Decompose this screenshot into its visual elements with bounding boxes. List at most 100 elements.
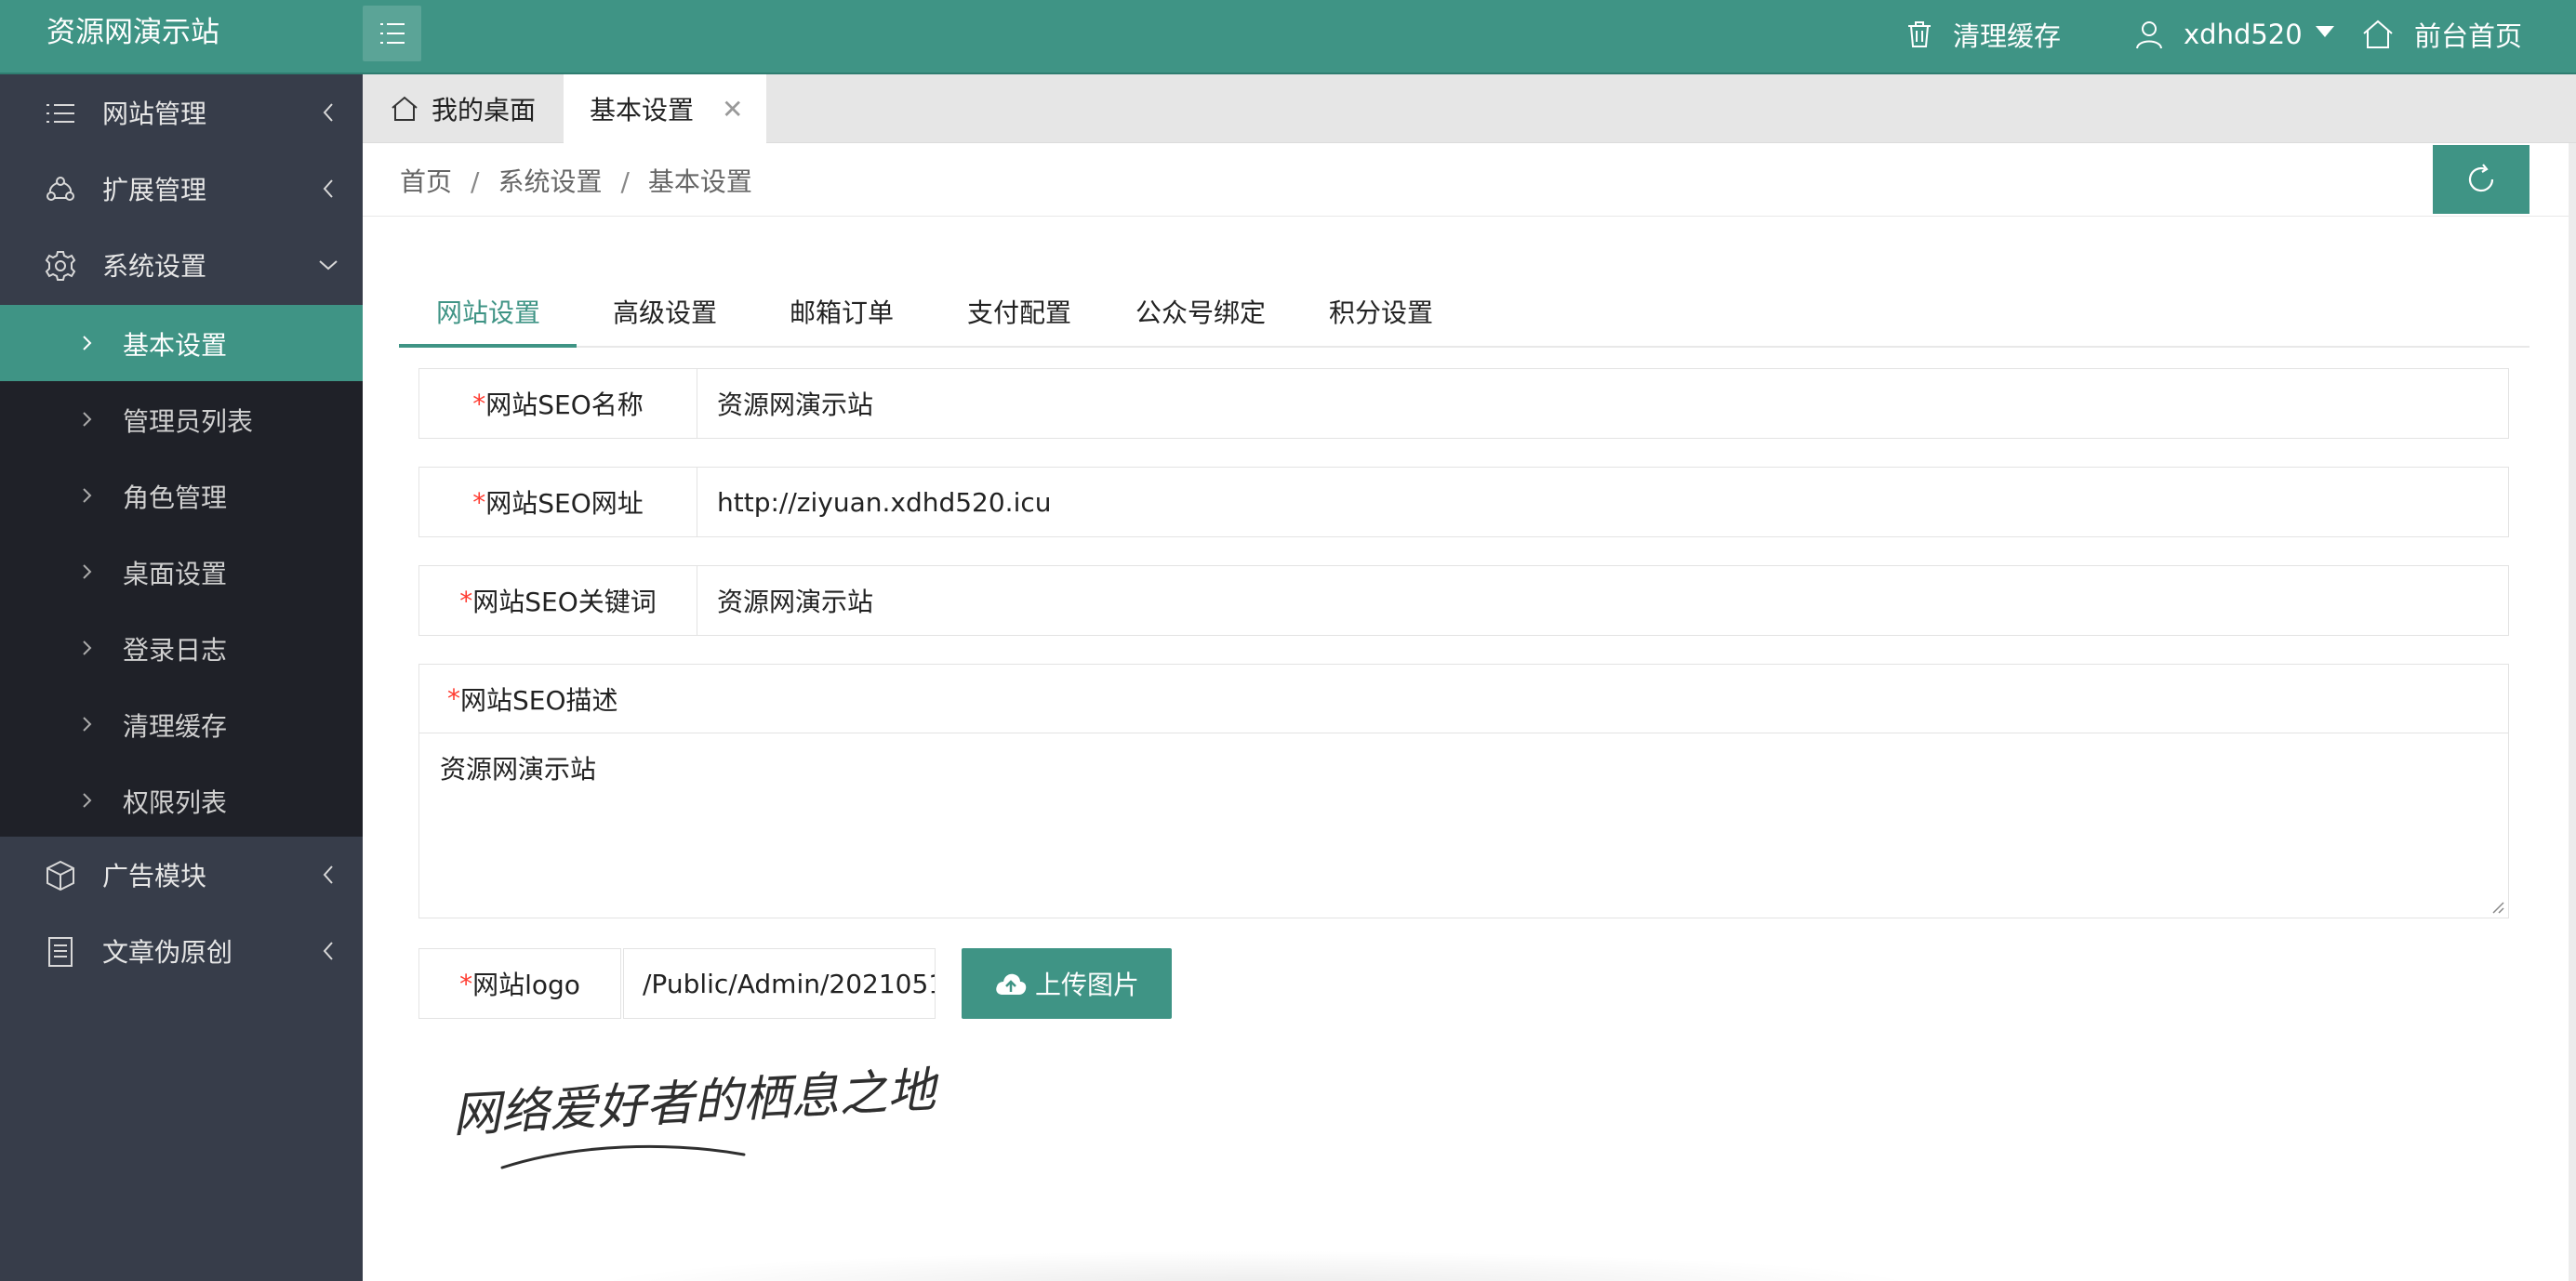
breadcrumb-separator: / [471,166,480,197]
tab-label: 我的桌面 [432,95,537,125]
submenu-item-role-management[interactable]: 角色管理 [0,457,363,534]
chevron-right-icon [83,793,92,808]
chevron-right-icon [83,564,92,579]
required-mark: * [472,486,486,518]
seo-keywords-label: * 网站SEO关键词 [419,566,697,635]
seo-keywords-input[interactable] [698,566,2508,635]
logo-preview-image: 网络爱好者的栖息之地 [446,1041,1004,1181]
seo-description-block: * 网站SEO描述 资源网演示站 [418,664,2509,918]
tab-wechat-binding[interactable]: 公众号绑定 [1135,275,1266,348]
submenu-item-label: 桌面设置 [123,559,228,589]
submenu-item-label: 基本设置 [123,330,228,361]
submenu-item-admin-list[interactable]: 管理员列表 [0,381,363,457]
submenu-item-basic-settings[interactable]: 基本设置 [0,305,363,381]
site-logo-label: * 网站logo [418,948,621,1019]
sidebar-item-label: 网站管理 [102,99,207,129]
breadcrumb-separator: / [620,166,630,197]
top-header: 资源网演示站 清理缓存 xdhd520 前台首页 [0,0,2576,74]
sidebar-item-label: 广告模块 [102,861,207,891]
chevron-down-icon [319,260,338,271]
submenu-item-label: 清理缓存 [123,711,228,742]
active-tab-indicator [399,344,577,348]
sidebar-toggle-button[interactable] [363,6,421,61]
breadcrumb-item[interactable]: 首页 [400,166,452,197]
user-menu[interactable]: xdhd520 [2135,0,2334,69]
sidebar-item-system-settings[interactable]: 系统设置 [0,227,363,303]
chevron-right-icon [83,640,92,655]
sidebar-item-ad-module[interactable]: 广告模块 [0,837,363,913]
breadcrumb-item: 基本设置 [647,166,752,197]
sidebar: 网站管理 扩展管理 系统设置 基本设置 管理员列表 角色管理 桌面设置 登录日志… [0,74,363,1281]
seo-name-label: * 网站SEO名称 [419,369,697,438]
clear-cache-button[interactable]: 清理缓存 [1906,0,2061,69]
chevron-left-icon [323,865,333,884]
seo-keywords-row: * 网站SEO关键词 [418,565,2509,636]
sidebar-item-extension-management[interactable]: 扩展管理 [0,151,363,227]
refresh-button[interactable] [2433,145,2530,214]
breadcrumb: 首页 / 系统设置 / 基本设置 [400,162,752,199]
chevron-right-icon [83,488,92,503]
site-logo-path-input[interactable] [623,948,936,1019]
seo-description-textarea[interactable]: 资源网演示站 [419,734,2508,918]
tab-email-order[interactable]: 邮箱订单 [790,275,894,348]
sidebar-item-site-management[interactable]: 网站管理 [0,74,363,151]
chevron-left-icon [323,942,333,960]
sidebar-item-label: 文章伪原创 [102,937,233,968]
brand-title[interactable]: 资源网演示站 [46,0,219,74]
submenu-item-label: 权限列表 [123,787,228,818]
header-divider [363,216,2576,217]
chevron-right-icon [83,336,92,350]
tab-basic-settings[interactable]: 基本设置 ✕ [564,74,766,143]
sidebar-item-article-rewrite[interactable]: 文章伪原创 [0,913,363,989]
menu-list-icon [379,23,405,44]
frontend-home-label: 前台首页 [2414,20,2523,52]
chevron-left-icon [323,103,333,122]
chevron-right-icon [83,717,92,732]
upload-image-label: 上传图片 [1034,970,1139,1000]
tab-points-settings[interactable]: 积分设置 [1329,275,1433,348]
seo-url-label: * 网站SEO网址 [419,468,697,536]
tab-site-settings[interactable]: 网站设置 [436,275,540,348]
required-mark: * [472,388,486,419]
chevron-right-icon [83,412,92,427]
user-icon [2136,21,2162,49]
seo-url-row: * 网站SEO网址 [418,467,2509,537]
tab-advanced-settings[interactable]: 高级设置 [613,275,717,348]
document-icon [48,937,73,967]
required-mark: * [459,585,473,616]
close-icon[interactable]: ✕ [722,94,743,125]
seo-description-label: * 网站SEO描述 [419,665,2508,733]
seo-name-row: * 网站SEO名称 [418,368,2509,439]
list-icon [46,104,74,123]
resize-handle-icon[interactable] [2490,899,2504,914]
home-icon [2363,20,2393,48]
seo-name-input[interactable] [698,369,2508,438]
refresh-icon [2468,164,2494,192]
cloud-upload-icon [996,973,1027,995]
tab-label: 基本设置 [590,95,695,125]
sidebar-item-label: 系统设置 [102,251,207,282]
tab-payment-config[interactable]: 支付配置 [967,275,1071,348]
submenu-item-label: 管理员列表 [123,406,254,437]
submenu-item-desktop-settings[interactable]: 桌面设置 [0,534,363,610]
chevron-down-icon [2315,26,2334,37]
required-mark: * [459,968,473,999]
clear-cache-label: 清理缓存 [1953,20,2062,52]
submenu-item-permission-list[interactable]: 权限列表 [0,762,363,839]
system-settings-submenu: 基本设置 管理员列表 角色管理 桌面设置 登录日志 清理缓存 权限列表 [0,305,363,837]
cube-icon [46,860,74,891]
tab-my-desktop[interactable]: 我的桌面 [363,74,562,143]
trash-icon [1908,21,1931,47]
frontend-home-link[interactable]: 前台首页 [2362,0,2522,69]
breadcrumb-item[interactable]: 系统设置 [498,166,602,197]
extension-icon [46,177,74,201]
seo-url-input[interactable] [698,468,2508,536]
chevron-left-icon [323,179,333,198]
submenu-item-clear-cache[interactable]: 清理缓存 [0,686,363,762]
page-scrollbar[interactable] [2569,143,2576,1281]
upload-image-button[interactable]: 上传图片 [962,948,1172,1019]
submenu-item-login-log[interactable]: 登录日志 [0,610,363,686]
home-icon [392,96,418,121]
username-label: xdhd520 [2184,19,2303,50]
required-mark: * [447,683,460,714]
